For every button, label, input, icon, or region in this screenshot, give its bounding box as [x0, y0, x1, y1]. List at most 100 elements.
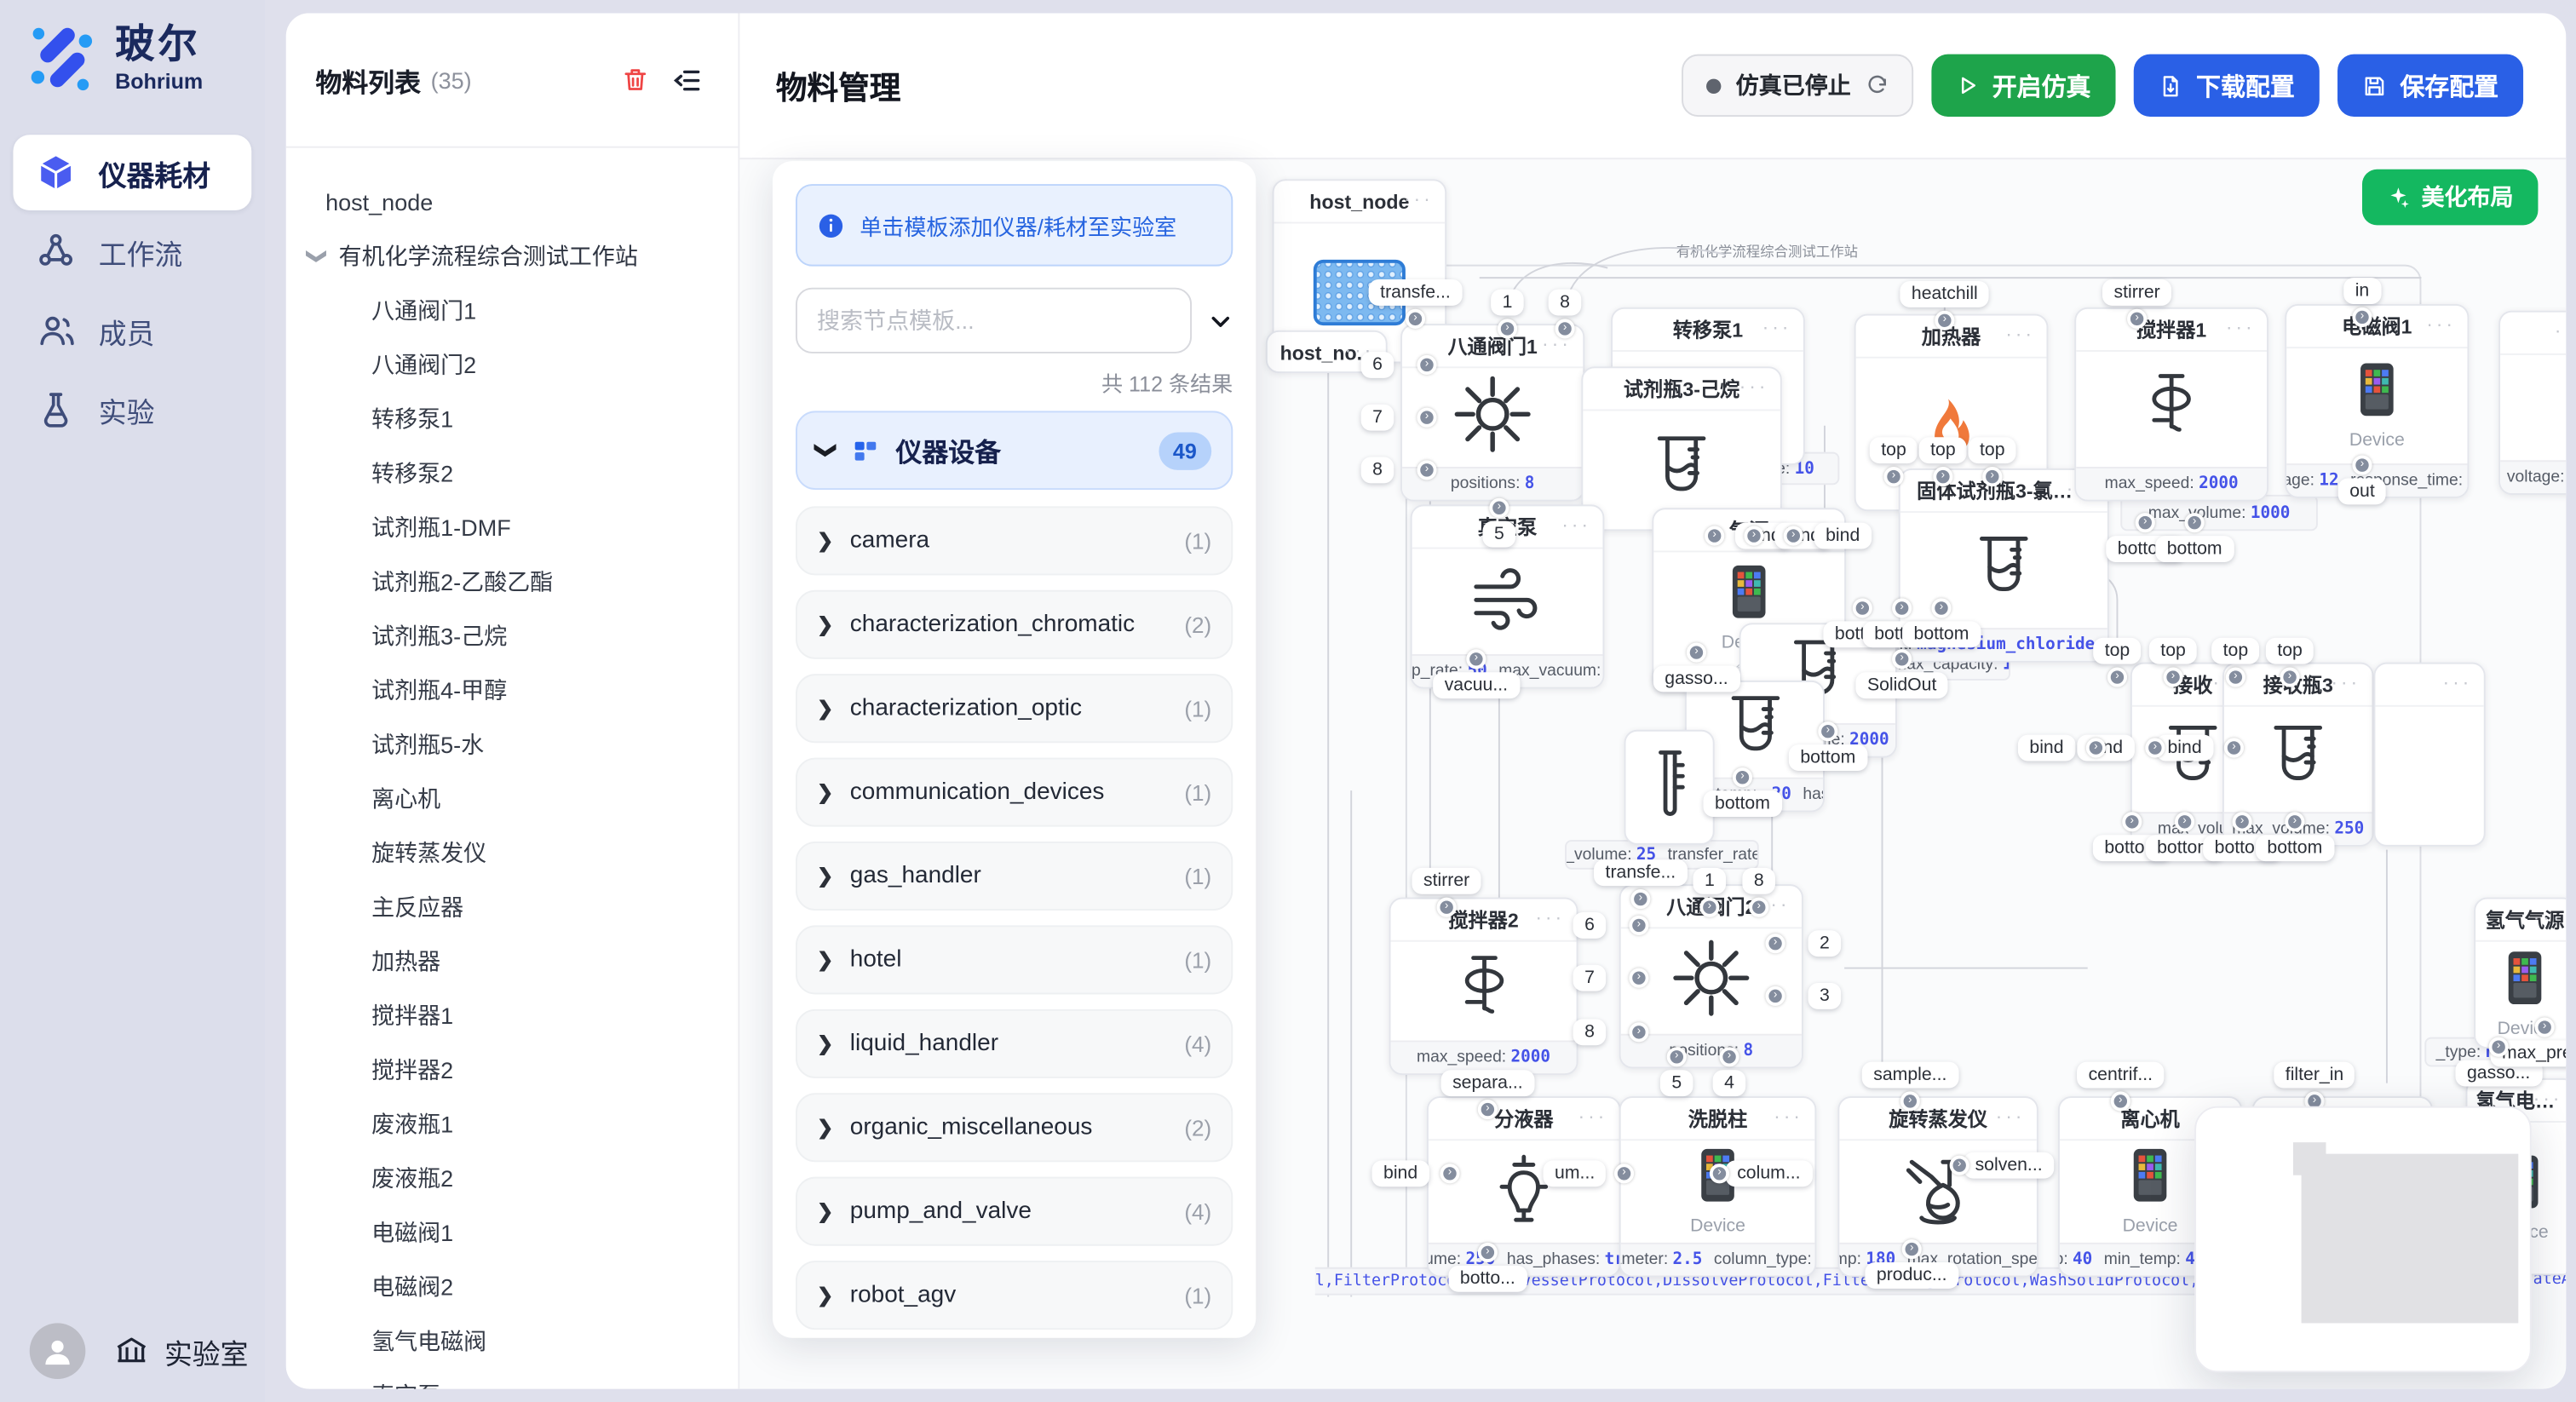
port-dot[interactable]: › — [1902, 1239, 1922, 1259]
node-menu-icon[interactable]: ··· — [2443, 670, 2473, 693]
port-dot[interactable]: › — [2086, 738, 2106, 757]
port-dot[interactable]: › — [2285, 812, 2304, 831]
port-dot[interactable]: › — [1853, 598, 1872, 618]
tree-item[interactable]: 真空泵 — [286, 1368, 739, 1389]
port-dot[interactable]: › — [1629, 916, 1648, 935]
tree-item[interactable]: 八通阀门1 — [286, 283, 739, 337]
beautify-layout-button[interactable]: 美化布局 — [2362, 170, 2538, 226]
tree-item[interactable]: 搅拌器2 — [286, 1042, 739, 1096]
template-group-communication_devices[interactable]: ❯communication_devices(1) — [796, 758, 1233, 827]
node-menu-icon[interactable]: ··· — [2533, 1087, 2563, 1110]
graph-node[interactable]: ···voltage: 12 — [2498, 311, 2566, 495]
sidebar-item-lab[interactable]: 实验室 — [112, 1330, 248, 1371]
node-menu-icon[interactable]: ··· — [2555, 319, 2567, 342]
port-dot[interactable]: › — [1892, 598, 1912, 618]
port-dot[interactable]: › — [2122, 812, 2142, 831]
port-dot[interactable]: › — [2226, 667, 2245, 687]
tree-item[interactable]: 试剂瓶2-乙酸乙酯 — [286, 554, 739, 608]
port-dot[interactable]: › — [2175, 812, 2194, 831]
port-dot[interactable]: › — [1744, 526, 1763, 546]
port-dot[interactable]: › — [1417, 408, 1436, 428]
port-dot[interactable]: › — [1478, 1100, 1498, 1119]
port-dot[interactable]: › — [1489, 498, 1509, 518]
port-dot[interactable]: › — [1982, 467, 2002, 486]
brand[interactable]: 玻尔 Bohrium — [0, 0, 265, 95]
port-dot[interactable]: › — [1699, 898, 1719, 917]
port-dot[interactable]: › — [1710, 1164, 1729, 1183]
collapse-panel-icon[interactable] — [666, 59, 709, 101]
port-dot[interactable]: › — [1466, 649, 1486, 669]
tree-item[interactable]: 八通阀门2 — [286, 337, 739, 392]
port-dot[interactable]: › — [1733, 767, 1752, 787]
tree-group-workstation[interactable]: ❯有机化学流程综合测试工作站 — [286, 228, 739, 283]
port-dot[interactable]: › — [2163, 667, 2182, 687]
tree-item[interactable]: 转移泵1 — [286, 391, 739, 445]
tree-item[interactable]: 加热器 — [286, 934, 739, 988]
port-dot[interactable]: › — [2107, 667, 2127, 687]
template-group-organic_miscellaneous[interactable]: ❯organic_miscellaneous(2) — [796, 1093, 1233, 1162]
search-input[interactable] — [796, 288, 1192, 353]
port-dot[interactable]: › — [1629, 968, 1648, 988]
port-dot[interactable]: › — [2280, 667, 2299, 687]
port-dot[interactable]: › — [1818, 721, 1837, 741]
port-dot[interactable]: › — [2136, 513, 2155, 532]
graph-node[interactable] — [1624, 730, 1715, 845]
port-dot[interactable]: › — [1440, 1164, 1459, 1183]
node-menu-icon[interactable]: ··· — [1561, 513, 1591, 536]
port-dot[interactable]: › — [1667, 1047, 1687, 1066]
port-dot[interactable]: › — [1417, 355, 1436, 375]
node-menu-icon[interactable]: ··· — [1762, 316, 1792, 339]
port-dot[interactable]: › — [1892, 649, 1912, 669]
tree-item[interactable]: 试剂瓶3-己烷 — [286, 608, 739, 663]
node-menu-icon[interactable]: ··· — [2226, 316, 2256, 339]
template-group-characterization_chromatic[interactable]: ❯characterization_chromatic(2) — [796, 590, 1233, 659]
port-dot[interactable]: › — [1437, 898, 1457, 917]
node-menu-icon[interactable]: ··· — [2426, 313, 2456, 336]
port-dot[interactable]: › — [1498, 319, 1517, 338]
download-config-button[interactable]: 下载配置 — [2134, 55, 2320, 117]
tree-item[interactable]: 搅拌器1 — [286, 988, 739, 1043]
port-dot[interactable]: › — [1687, 643, 1706, 663]
node-menu-icon[interactable]: ··· — [2005, 322, 2035, 345]
port-dot[interactable]: › — [2145, 738, 2165, 757]
port-dot[interactable]: › — [2127, 309, 2147, 329]
start-simulation-button[interactable]: 开启仿真 — [1931, 55, 2115, 117]
template-group-camera[interactable]: ❯camera(1) — [796, 506, 1233, 575]
port-dot[interactable]: › — [1629, 1022, 1648, 1042]
tree-item[interactable]: 试剂瓶5-水 — [286, 716, 739, 771]
node-menu-icon[interactable]: ··· — [1739, 375, 1769, 398]
port-dot[interactable]: › — [2233, 812, 2252, 831]
graph-node-搅拌器1[interactable]: 搅拌器1···max_speed: 2000 — [2074, 307, 2268, 502]
node-menu-icon[interactable]: ··· — [2533, 905, 2563, 928]
graph-node[interactable]: ··· — [2373, 663, 2485, 847]
port-dot[interactable]: › — [1950, 1156, 1969, 1175]
tree-item[interactable]: 旋转蒸发仪 — [286, 825, 739, 880]
tree-item[interactable]: 氢气电磁阀 — [286, 1313, 739, 1368]
template-group-gas_handler[interactable]: ❯gas_handler(1) — [796, 842, 1233, 911]
sidebar-item-workflow[interactable]: 工作流 — [13, 214, 251, 290]
tree-root-host-node[interactable]: host_node — [286, 175, 739, 229]
template-group-characterization_optic[interactable]: ❯characterization_optic(1) — [796, 674, 1233, 743]
graph-node-电磁阀1[interactable]: 电磁阀1···Devicevoltage: 12response_time: 0… — [2285, 304, 2469, 498]
port-dot[interactable]: › — [1630, 889, 1650, 909]
minimap[interactable] — [2194, 1106, 2532, 1373]
tree-item[interactable]: 电磁阀1 — [286, 1204, 739, 1259]
port-dot[interactable]: › — [1883, 467, 1903, 486]
simulation-status[interactable]: 仿真已停止 — [1682, 55, 1913, 117]
node-menu-icon[interactable]: ··· — [1996, 1105, 2026, 1128]
port-dot[interactable]: › — [1900, 1091, 1920, 1111]
avatar[interactable] — [30, 1323, 86, 1379]
graph-node-旋转蒸发仪[interactable]: 旋转蒸发仪···temp: 180max_rotation_speed — [1837, 1096, 2038, 1277]
category-instruments[interactable]: ❯ 仪器设备 49 — [796, 411, 1233, 490]
node-menu-icon[interactable]: ··· — [2331, 670, 2360, 693]
port-dot[interactable]: › — [1935, 311, 1954, 330]
port-dot[interactable]: › — [1931, 598, 1951, 618]
template-group-liquid_handler[interactable]: ❯liquid_handler(4) — [796, 1009, 1233, 1078]
sidebar-item-experiment[interactable]: 实验 — [13, 371, 251, 447]
tree-item[interactable]: 废液瓶2 — [286, 1151, 739, 1205]
template-group-robot_agv[interactable]: ❯robot_agv(1) — [796, 1261, 1233, 1330]
tree-item[interactable]: 废液瓶1 — [286, 1096, 739, 1151]
port-dot[interactable]: › — [2111, 1091, 2130, 1111]
node-menu-icon[interactable]: ··· — [1774, 1105, 1803, 1128]
port-dot[interactable]: › — [1765, 986, 1785, 1006]
